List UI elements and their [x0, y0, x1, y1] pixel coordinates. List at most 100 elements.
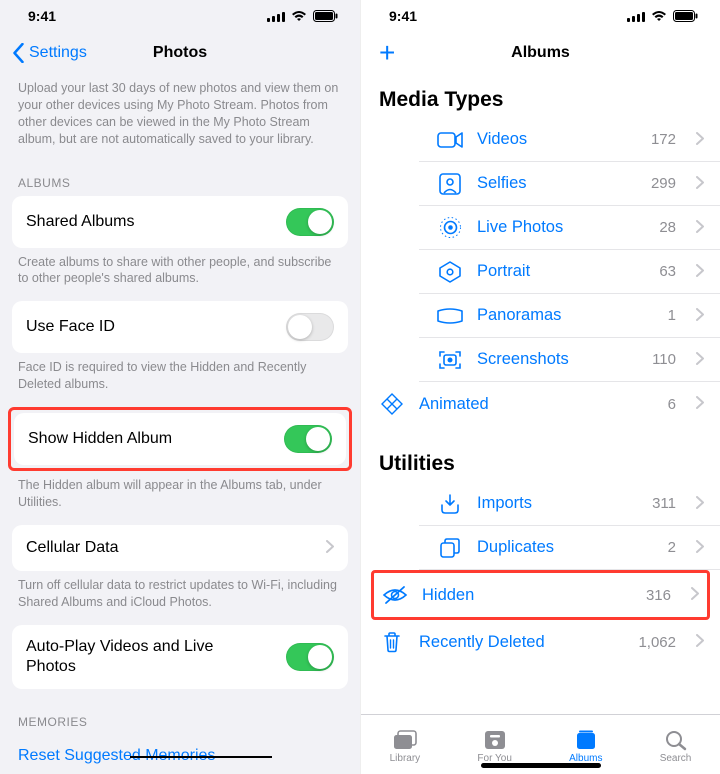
row-label: Animated: [419, 395, 654, 414]
show-hidden-row[interactable]: Show Hidden Album: [14, 413, 346, 465]
photos-albums-screen: 9:41 + Albums Media Types Videos 172 Sel…: [360, 0, 720, 774]
navbar-albums: + Albums: [361, 32, 720, 74]
use-faceid-row[interactable]: Use Face ID: [12, 301, 348, 353]
row-count: 1,062: [638, 634, 676, 651]
library-icon: [392, 729, 418, 751]
row-label: Selfies: [477, 174, 637, 193]
shared-albums-switch[interactable]: [286, 208, 334, 236]
photo-stream-description: Upload your last 30 days of new photos a…: [0, 74, 360, 162]
video-icon: [437, 131, 463, 149]
chevron-right-icon: [696, 132, 704, 148]
selfie-icon: [439, 173, 461, 195]
shared-albums-description: Create albums to share with other people…: [0, 248, 360, 302]
portrait-icon: [439, 261, 461, 283]
row-live-photos[interactable]: Live Photos 28: [419, 206, 720, 250]
row-label: Hidden: [422, 586, 632, 605]
settings-photos-screen: 9:41 Settings Photos Upload your last 30…: [0, 0, 360, 774]
cellular-data-label: Cellular Data: [26, 538, 118, 558]
chevron-left-icon: [12, 43, 25, 63]
hidden-description: The Hidden album will appear in the Albu…: [0, 471, 360, 525]
section-header-memories: MEMORIES: [0, 689, 360, 735]
row-count: 172: [651, 131, 676, 148]
back-label: Settings: [29, 44, 87, 62]
status-bar: 9:41: [0, 0, 360, 32]
tab-label: Library: [390, 753, 421, 764]
hidden-icon: [382, 585, 408, 605]
home-indicator[interactable]: [481, 763, 601, 768]
strikethrough-overlay: [130, 756, 272, 758]
tab-for-you[interactable]: For You: [477, 729, 511, 764]
row-portrait[interactable]: Portrait 63: [419, 250, 720, 294]
row-count: 28: [659, 219, 676, 236]
faceid-description: Face ID is required to view the Hidden a…: [0, 353, 360, 407]
row-imports[interactable]: Imports 311: [419, 482, 720, 526]
row-count: 316: [646, 587, 671, 604]
show-hidden-switch[interactable]: [284, 425, 332, 453]
row-label: Duplicates: [477, 538, 654, 557]
row-count: 1: [668, 307, 676, 324]
search-icon: [663, 729, 689, 751]
chevron-right-icon: [696, 634, 704, 650]
row-count: 63: [659, 263, 676, 280]
row-count: 2: [668, 539, 676, 556]
row-label: Screenshots: [477, 350, 638, 369]
tab-library[interactable]: Library: [390, 729, 421, 764]
add-button[interactable]: +: [373, 39, 395, 67]
duplicates-icon: [439, 537, 461, 559]
highlight-show-hidden: Show Hidden Album: [8, 407, 352, 471]
battery-icon: [673, 10, 698, 22]
shared-albums-row[interactable]: Shared Albums: [12, 196, 348, 248]
reset-memories-link[interactable]: Reset Suggested Memories: [0, 735, 360, 774]
row-label: Portrait: [477, 262, 645, 281]
chevron-right-icon: [691, 587, 699, 603]
autoplay-row[interactable]: Auto-Play Videos and Live Photos: [12, 625, 348, 689]
row-screenshots[interactable]: Screenshots 110: [419, 338, 720, 382]
row-count: 299: [651, 175, 676, 192]
chevron-right-icon: [696, 352, 704, 368]
tab-label: Search: [660, 753, 692, 764]
row-selfies[interactable]: Selfies 299: [419, 162, 720, 206]
row-label: Live Photos: [477, 218, 645, 237]
screenshot-icon: [438, 350, 462, 370]
row-label: Videos: [477, 130, 637, 149]
chevron-right-icon: [696, 396, 704, 412]
chevron-right-icon: [696, 540, 704, 556]
use-faceid-label: Use Face ID: [26, 317, 115, 337]
row-label: Imports: [477, 494, 638, 513]
tab-albums[interactable]: Albums: [569, 729, 602, 764]
row-panoramas[interactable]: Panoramas 1: [419, 294, 720, 338]
animated-icon: [381, 393, 403, 415]
cellular-icon: [267, 11, 285, 22]
back-button[interactable]: Settings: [12, 43, 87, 63]
section-utilities: Utilities: [361, 426, 720, 482]
row-videos[interactable]: Videos 172: [419, 118, 720, 162]
row-hidden[interactable]: Hidden 316: [374, 573, 707, 617]
trash-icon: [382, 631, 402, 653]
row-duplicates[interactable]: Duplicates 2: [419, 526, 720, 570]
shared-albums-label: Shared Albums: [26, 212, 135, 232]
cellular-description: Turn off cellular data to restrict updat…: [0, 571, 360, 625]
use-faceid-switch[interactable]: [286, 313, 334, 341]
chevron-right-icon: [696, 264, 704, 280]
row-recently-deleted[interactable]: Recently Deleted 1,062: [361, 620, 720, 664]
cellular-data-row[interactable]: Cellular Data: [12, 525, 348, 571]
status-icons: [267, 10, 338, 22]
cellular-icon: [627, 11, 645, 22]
page-title: Albums: [361, 44, 720, 62]
navbar-settings: Settings Photos: [0, 32, 360, 74]
status-bar: 9:41: [361, 0, 720, 32]
section-media-types: Media Types: [361, 74, 720, 118]
battery-icon: [313, 10, 338, 22]
row-animated[interactable]: Animated 6: [361, 382, 720, 426]
autoplay-label: Auto-Play Videos and Live Photos: [26, 637, 246, 677]
row-count: 311: [652, 495, 676, 512]
for-you-icon: [482, 729, 508, 751]
tab-search[interactable]: Search: [660, 729, 692, 764]
highlight-hidden-row: Hidden 316: [371, 570, 710, 620]
live-photos-icon: [439, 216, 462, 239]
row-count: 110: [652, 351, 676, 368]
autoplay-switch[interactable]: [286, 643, 334, 671]
chevron-right-icon: [696, 220, 704, 236]
show-hidden-label: Show Hidden Album: [28, 429, 172, 449]
chevron-right-icon: [696, 308, 704, 324]
